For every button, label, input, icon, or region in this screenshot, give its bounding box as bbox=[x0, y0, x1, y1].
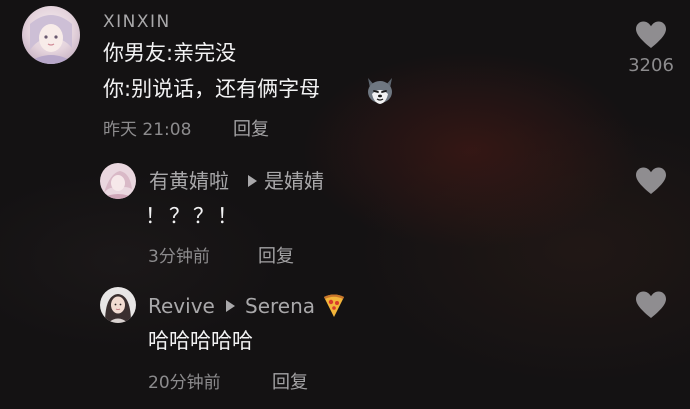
triangle-right-icon bbox=[248, 175, 257, 187]
reply-timestamp: 20分钟前 bbox=[148, 373, 221, 393]
heart-icon[interactable] bbox=[635, 290, 667, 320]
comment-text-line-2: 你:别说话，还有俩字母 bbox=[103, 77, 321, 101]
like-count: 3206 bbox=[628, 55, 674, 76]
pizza-emoji bbox=[321, 293, 347, 319]
reply-reply-button[interactable]: 回复 bbox=[258, 246, 294, 268]
avatar-image bbox=[100, 163, 136, 199]
comment-timestamp: 昨天 21:08 bbox=[103, 120, 192, 140]
reply-text: 哈哈哈哈哈 bbox=[148, 329, 253, 353]
avatar-image bbox=[22, 6, 80, 64]
husky-emoji bbox=[364, 74, 396, 106]
reply-username[interactable]: Revive bbox=[148, 294, 215, 318]
reply-to-username[interactable]: Serena bbox=[245, 294, 315, 318]
comment-reply-button[interactable]: 回复 bbox=[233, 119, 269, 141]
avatar-image bbox=[100, 287, 136, 323]
avatar-reply-1[interactable] bbox=[100, 163, 136, 199]
reply-text: ！？？！ bbox=[145, 204, 241, 228]
reply-timestamp: 3分钟前 bbox=[148, 247, 210, 267]
heart-icon[interactable] bbox=[635, 20, 667, 50]
avatar-xinxin[interactable] bbox=[22, 6, 80, 64]
reply-username[interactable]: 有黄婧啦 bbox=[149, 169, 229, 193]
triangle-right-icon bbox=[226, 300, 235, 312]
avatar-reply-2[interactable] bbox=[100, 287, 136, 323]
reply-reply-button[interactable]: 回复 bbox=[272, 372, 308, 394]
reply-to-username[interactable]: 是婧婧 bbox=[264, 169, 324, 193]
comment-text-line-1: 你男友:亲完没 bbox=[103, 41, 237, 65]
comment-username[interactable]: XINXIN bbox=[103, 10, 171, 34]
heart-icon[interactable] bbox=[635, 166, 667, 196]
